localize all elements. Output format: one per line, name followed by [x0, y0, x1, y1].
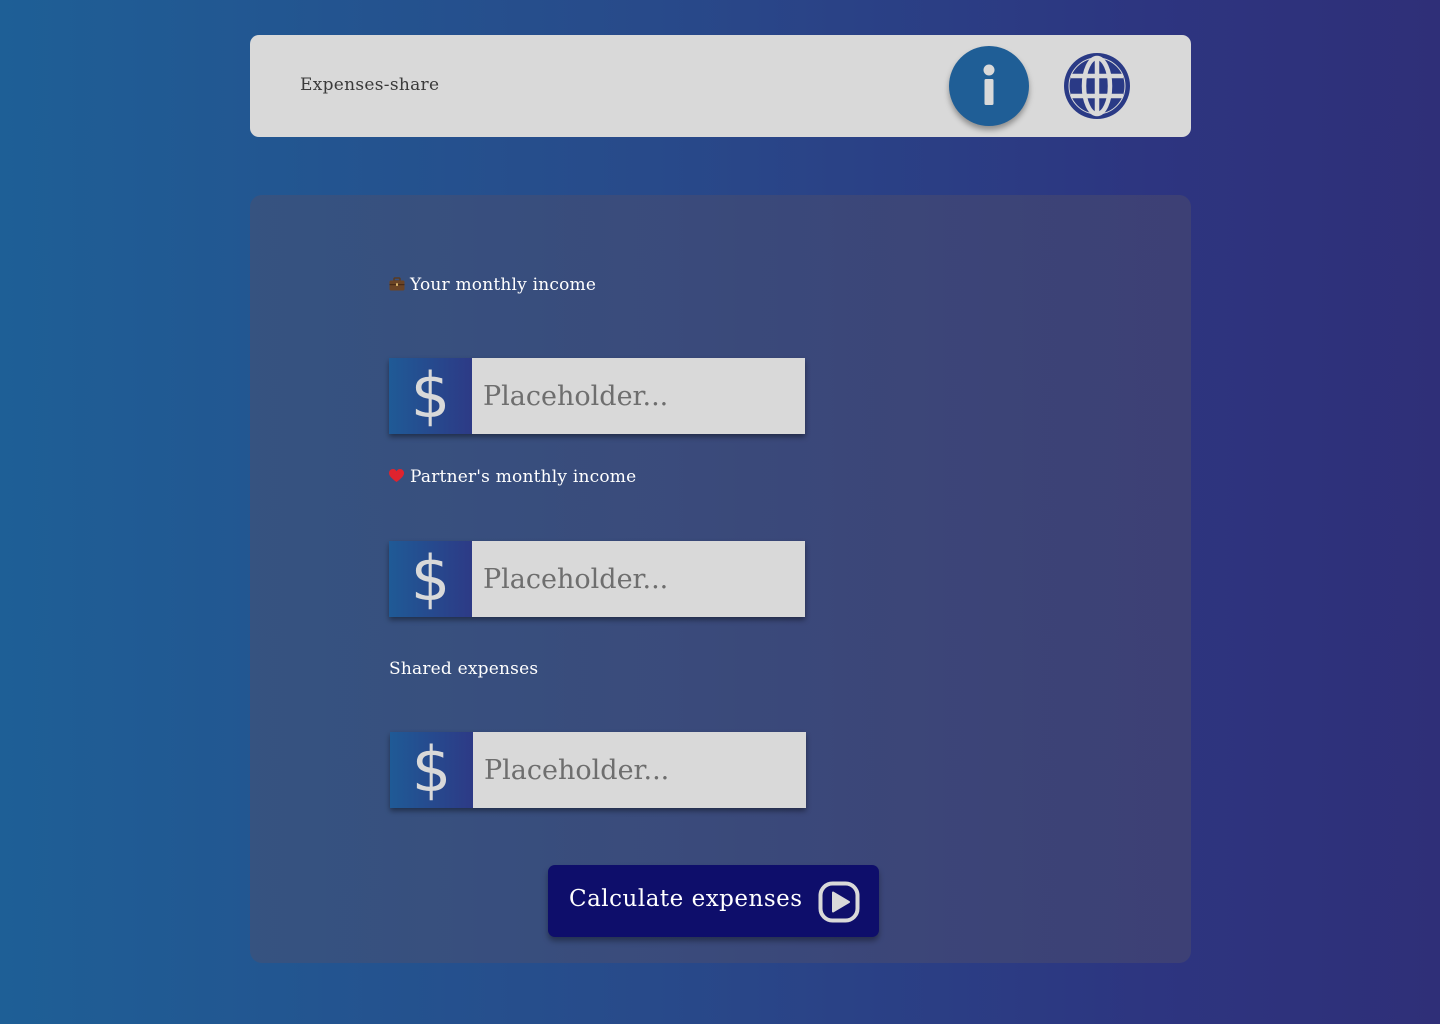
dollar-icon: $ — [411, 542, 450, 615]
svg-text:$: $ — [411, 542, 450, 615]
shared-expenses-label: Shared expenses — [389, 659, 539, 679]
briefcase-icon — [389, 276, 406, 296]
partner-income-input[interactable] — [472, 541, 805, 617]
partner-income-input-group: $ — [389, 541, 805, 617]
info-button[interactable] — [949, 46, 1029, 126]
svg-text:$: $ — [411, 359, 450, 432]
your-income-input[interactable] — [472, 358, 805, 434]
partner-income-currency-prefix: $ — [389, 541, 472, 617]
heart-icon — [389, 468, 406, 488]
your-income-label: Your monthly income — [389, 275, 596, 296]
shared-expenses-input-group: $ — [390, 732, 806, 808]
globe-icon — [1064, 53, 1130, 119]
your-income-currency-prefix: $ — [389, 358, 472, 434]
app-title: Expenses-share — [300, 75, 440, 95]
app-header: Expenses-share — [250, 35, 1191, 137]
calculate-expenses-label: Calculate expenses — [569, 886, 803, 912]
shared-expenses-input[interactable] — [473, 732, 806, 808]
dollar-icon: $ — [411, 359, 450, 432]
svg-text:$: $ — [412, 733, 451, 806]
play-circle-icon — [818, 881, 860, 923]
partner-income-label-text: Partner's monthly income — [410, 467, 637, 487]
calculate-expenses-button[interactable]: Calculate expenses — [548, 865, 879, 937]
dollar-icon: $ — [412, 733, 451, 806]
your-income-label-text: Your monthly income — [410, 275, 597, 295]
info-icon — [983, 64, 995, 105]
language-button[interactable] — [1059, 48, 1135, 124]
partner-income-label: Partner's monthly income — [389, 467, 636, 488]
shared-expenses-currency-prefix: $ — [390, 732, 473, 808]
expenses-form: Your monthly income $ Partner's monthly … — [250, 195, 1191, 963]
your-income-input-group: $ — [389, 358, 805, 434]
